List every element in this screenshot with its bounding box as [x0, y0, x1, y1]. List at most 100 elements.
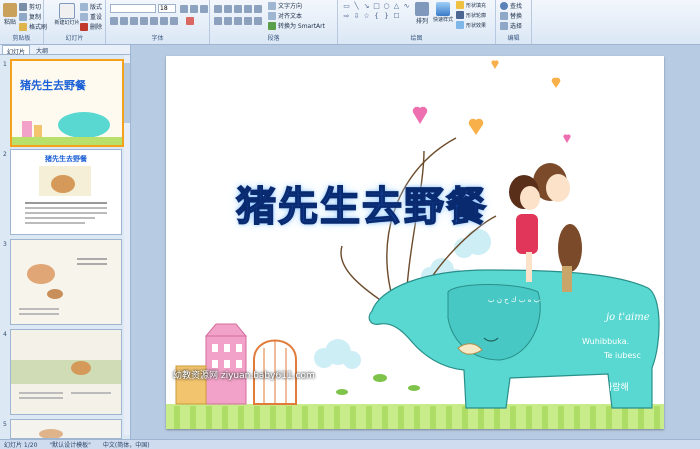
underline-icon[interactable] — [130, 17, 138, 25]
align-text-button[interactable]: 对齐文本 — [268, 11, 302, 20]
select-button[interactable]: 选择 — [500, 21, 522, 30]
new-slide-button[interactable]: 新建幻灯片 — [55, 3, 80, 26]
shrink-font-icon[interactable] — [190, 5, 198, 13]
reset-icon — [80, 12, 88, 21]
slide-thumb-1[interactable]: 猪先生去野餐 — [10, 59, 124, 147]
thumb-3-art — [11, 240, 121, 324]
slide-title[interactable]: 猪先生去野餐 — [235, 174, 488, 232]
editing-group-label: 编辑 — [507, 35, 520, 42]
scissors-icon — [19, 2, 27, 11]
decrease-indent-icon[interactable] — [234, 5, 242, 13]
scrollbar-thumb[interactable] — [124, 63, 130, 123]
shape-rarrow-icon[interactable]: ⇨ — [342, 12, 351, 20]
align-right-icon[interactable] — [234, 17, 242, 25]
fill-icon — [456, 1, 464, 9]
strikethrough-icon[interactable] — [140, 17, 148, 25]
bold-icon[interactable] — [110, 17, 118, 25]
shape-square-icon[interactable]: □ — [372, 2, 381, 10]
drawing-group-label: 绘图 — [410, 35, 423, 42]
slide-thumb-2[interactable]: 猪先生去野餐 — [10, 149, 122, 235]
align-left-icon[interactable] — [214, 17, 222, 25]
deco-word-4: 사랑해 — [604, 381, 629, 393]
new-slide-icon — [59, 3, 75, 19]
layout-button[interactable]: 版式 — [80, 2, 102, 11]
replace-button[interactable]: 替换 — [500, 11, 522, 20]
drawing-group: ▭ ╲ ↘ □ ○ △ ∿ ⇨ ⇩ ☆ { } ☐ 排列 快速样式 形状填充 形… — [338, 0, 496, 44]
columns-icon[interactable] — [254, 17, 262, 25]
numbering-icon[interactable] — [224, 5, 232, 13]
shape-brace-icon[interactable]: { — [372, 12, 381, 20]
panel-tabs: 幻灯片 大纲 — [0, 45, 130, 56]
status-slide-count: 幻灯片 1/20 — [4, 442, 38, 449]
shape-star-icon[interactable]: ☆ — [362, 12, 371, 20]
reset-button[interactable]: 重设 — [80, 12, 102, 21]
slide-thumb-4[interactable] — [10, 329, 122, 415]
shadow-icon[interactable] — [150, 17, 158, 25]
quick-styles-button[interactable]: 快速样式 — [432, 2, 454, 23]
arrange-button[interactable]: 排列 — [414, 2, 430, 25]
delete-button[interactable]: 删除 — [80, 22, 102, 31]
justify-icon[interactable] — [244, 17, 252, 25]
paste-button[interactable]: 粘贴 — [2, 3, 18, 26]
outline-icon — [456, 11, 464, 19]
clear-format-icon[interactable] — [200, 5, 208, 13]
slide-panel: 幻灯片 大纲 1 猪先生去野餐 2 猪先生去野餐 3 4 5 — [0, 45, 131, 439]
convert-smartart-button[interactable]: 转换为 SmartArt — [268, 21, 325, 30]
deco-word-2: Te iubesc — [603, 351, 641, 360]
paste-icon — [3, 3, 17, 17]
shape-callout-icon[interactable]: ☐ — [392, 12, 401, 20]
shape-darrow-icon[interactable]: ⇩ — [352, 12, 361, 20]
shape-line-icon[interactable]: ╲ — [352, 2, 361, 10]
font-size-field[interactable]: 18 — [158, 4, 176, 13]
align-text-icon — [268, 11, 276, 20]
paragraph-group: 文字方向 对齐文本 转换为 SmartArt 段落 — [210, 0, 338, 44]
watermark: 幼教资源网 ziyuan.baby611.com — [173, 371, 315, 381]
thumb-1-title: 猪先生去野餐 — [19, 78, 87, 92]
panel-scrollbar[interactable] — [124, 55, 130, 435]
smartart-icon — [268, 21, 276, 30]
copy-icon — [19, 12, 27, 21]
shape-fill-button[interactable]: 形状填充 — [456, 1, 486, 9]
shape-outline-button[interactable]: 形状轮廓 — [456, 11, 486, 19]
tab-slides[interactable]: 幻灯片 — [2, 45, 31, 56]
cut-button[interactable]: 剪切 — [19, 2, 41, 11]
spacing-icon[interactable] — [160, 17, 168, 25]
change-case-icon[interactable] — [170, 17, 178, 25]
increase-indent-icon[interactable] — [244, 5, 252, 13]
shape-effects-button[interactable]: 形状效果 — [456, 21, 486, 29]
arrange-icon — [415, 2, 429, 16]
font-group-label: 字体 — [151, 35, 164, 42]
align-center-icon[interactable] — [224, 17, 232, 25]
shape-ellipse-icon[interactable]: ○ — [382, 2, 391, 10]
find-button[interactable]: 查找 — [500, 1, 522, 10]
deco-word-6: ب ه ب ك ح ن ب — [488, 296, 541, 304]
font-color-icon[interactable] — [186, 17, 194, 25]
slide-thumb-5[interactable] — [10, 419, 122, 439]
format-painter-button[interactable]: 格式刷 — [19, 22, 47, 31]
layout-icon — [80, 2, 88, 11]
effects-icon — [456, 21, 464, 29]
slide-number: 5 — [3, 421, 7, 428]
text-direction-button[interactable]: 文字方向 — [268, 1, 302, 10]
tab-outline[interactable]: 大纲 — [32, 45, 52, 55]
font-name-field[interactable] — [110, 4, 156, 13]
line-spacing-icon[interactable] — [254, 5, 262, 13]
shape-arrow-icon[interactable]: ↘ — [362, 2, 371, 10]
clipboard-group: 粘贴 剪切 复制 格式刷 剪贴板 — [0, 0, 47, 44]
girl-dress — [516, 214, 538, 254]
grow-font-icon[interactable] — [180, 5, 188, 13]
italic-icon[interactable] — [120, 17, 128, 25]
deco-word-1: Wuhibbuka. — [582, 337, 629, 346]
bullets-icon[interactable] — [214, 5, 222, 13]
current-slide[interactable]: ب ه ب ك ح ن ب jo t'aime Wuhibbuka. Te iu… — [166, 56, 664, 429]
shape-brace-right-icon[interactable]: } — [382, 12, 391, 20]
deco-word-3: I love you — [509, 382, 564, 395]
shape-curve-icon[interactable]: ∿ — [402, 2, 411, 10]
select-icon — [500, 21, 508, 30]
slide-thumb-3[interactable] — [10, 239, 122, 325]
delete-icon — [80, 22, 88, 31]
shape-triangle-icon[interactable]: △ — [392, 2, 401, 10]
shape-rect-icon[interactable]: ▭ — [342, 2, 351, 10]
status-language[interactable]: 中文(简体，中国) — [103, 440, 150, 449]
copy-button[interactable]: 复制 — [19, 12, 41, 21]
